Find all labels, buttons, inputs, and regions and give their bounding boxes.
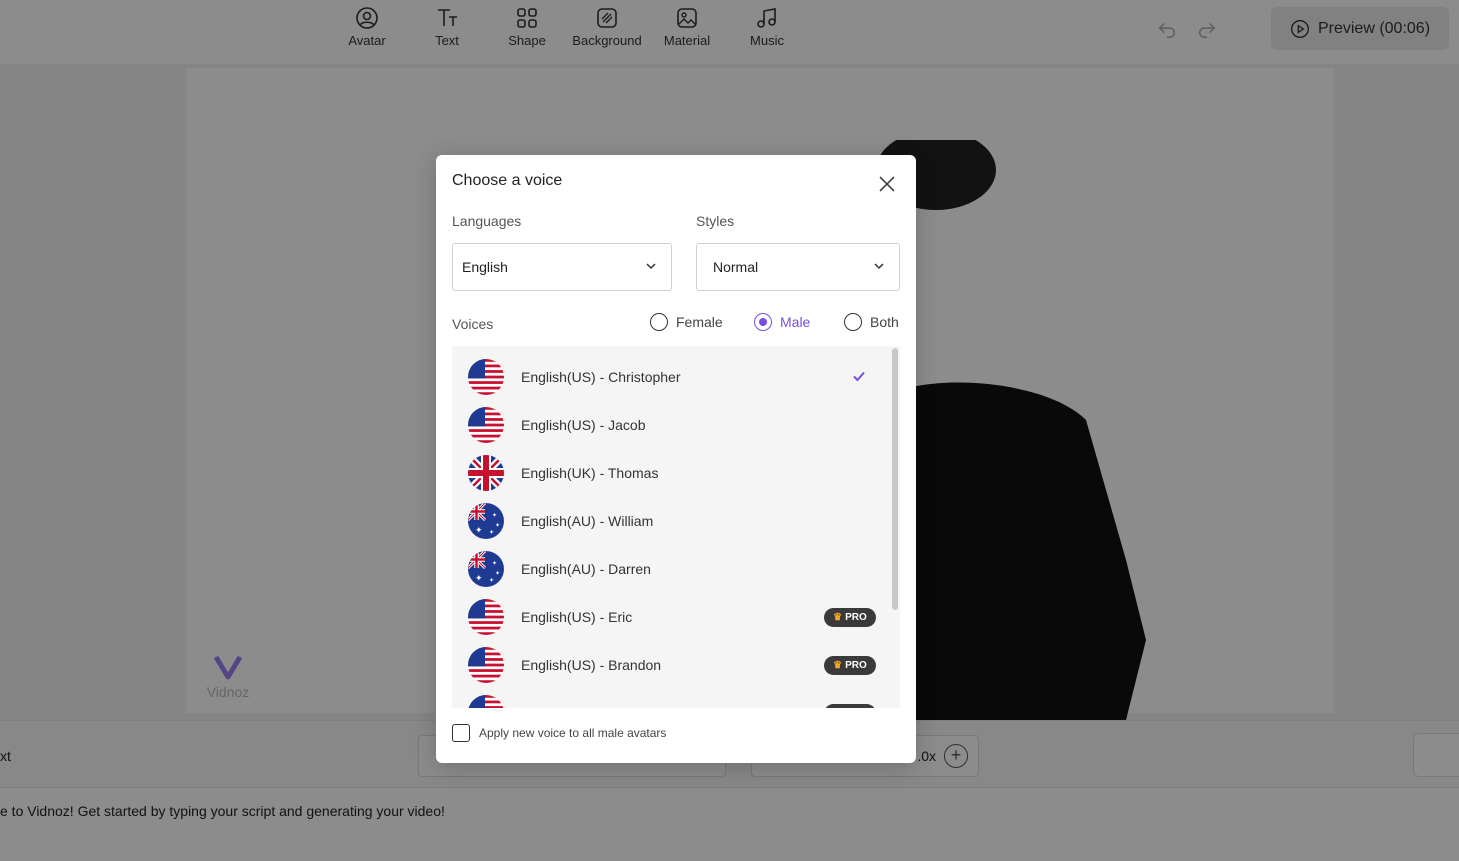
voice-name: English(UK) - Thomas	[521, 465, 659, 481]
voice-list: English(US) - Christopher English(US) - J…	[452, 346, 900, 708]
svg-text:✦: ✦	[492, 560, 497, 567]
radio-both-dot	[844, 313, 862, 331]
pro-badge: ♛PRO	[824, 608, 876, 627]
dialog-title: Choose a voice	[452, 172, 563, 189]
language-value: English	[462, 259, 508, 275]
style-value: Normal	[713, 259, 759, 275]
close-icon	[879, 176, 895, 192]
language-select[interactable]: English	[452, 243, 672, 291]
voice-name: English(AU) - Darren	[521, 561, 651, 577]
radio-female[interactable]: Female	[650, 313, 723, 331]
pro-badge: ♛PRO	[824, 704, 876, 708]
radio-male[interactable]: Male	[754, 313, 810, 331]
voice-name: English(US) - Eric	[521, 609, 633, 625]
radio-male-dot	[754, 313, 772, 331]
languages-label: Languages	[452, 213, 522, 229]
svg-text:✦: ✦	[492, 512, 497, 519]
voice-item[interactable]: English(UK) - Thomas	[452, 449, 892, 497]
voices-label: Voices	[452, 316, 494, 332]
radio-both-label: Both	[870, 314, 899, 330]
apply-all-label: Apply new voice to all male avatars	[479, 726, 667, 740]
choose-voice-dialog: Choose a voice Languages English Styles …	[436, 155, 916, 763]
chevron-down-icon	[874, 263, 884, 270]
flag-us-icon	[468, 647, 504, 683]
svg-text:✦: ✦	[475, 574, 483, 584]
crown-icon: ♛	[833, 660, 843, 671]
voice-name: English(US) - Jacob	[521, 417, 646, 433]
voice-name: English(US) - Christopher	[521, 369, 681, 385]
voice-item[interactable]: ♛PRO	[452, 689, 892, 708]
radio-female-dot	[650, 313, 668, 331]
flag-us-icon	[468, 359, 504, 395]
pro-label: PRO	[845, 612, 867, 623]
pro-label: PRO	[845, 660, 867, 671]
svg-text:✦: ✦	[489, 577, 494, 584]
selected-check-icon	[852, 369, 866, 388]
flag-uk-icon	[468, 455, 504, 491]
svg-text:✦: ✦	[495, 570, 500, 577]
chevron-down-icon	[646, 263, 656, 270]
flag-us-icon	[468, 407, 504, 443]
close-button[interactable]	[876, 173, 898, 195]
style-select[interactable]: Normal	[696, 243, 900, 291]
voice-name: English(AU) - William	[521, 513, 654, 529]
voice-item[interactable]: English(US) - Brandon ♛ PRO	[452, 641, 892, 689]
voice-item[interactable]: English(US) - Christopher	[452, 353, 892, 401]
flag-us-icon	[468, 599, 504, 635]
voice-item[interactable]: English(US) - Eric ♛ PRO	[452, 593, 892, 641]
voice-item[interactable]: ✦ ✦ ✦ ✦ English(AU) - Darren	[452, 545, 892, 593]
voice-name: English(US) - Brandon	[521, 657, 662, 673]
styles-label: Styles	[696, 213, 735, 229]
flag-au-icon: ✦ ✦ ✦ ✦	[468, 503, 504, 539]
svg-text:✦: ✦	[475, 526, 483, 536]
radio-both[interactable]: Both	[844, 313, 899, 331]
voice-item[interactable]: ✦ ✦ ✦ ✦ English(AU) - William	[452, 497, 892, 545]
flag-au-icon: ✦ ✦ ✦ ✦	[468, 551, 504, 587]
voice-item[interactable]: English(US) - Jacob	[452, 401, 892, 449]
svg-text:✦: ✦	[495, 522, 500, 529]
svg-text:✦: ✦	[489, 529, 494, 536]
voice-list-scrollbar[interactable]	[892, 348, 898, 610]
pro-badge: ♛PRO	[824, 656, 876, 675]
apply-all-row[interactable]: Apply new voice to all male avatars	[452, 724, 666, 742]
radio-male-label: Male	[780, 314, 811, 330]
apply-all-checkbox[interactable]	[452, 724, 470, 742]
crown-icon: ♛	[833, 612, 843, 623]
flag-us-icon	[468, 695, 504, 708]
radio-female-label: Female	[676, 314, 723, 330]
